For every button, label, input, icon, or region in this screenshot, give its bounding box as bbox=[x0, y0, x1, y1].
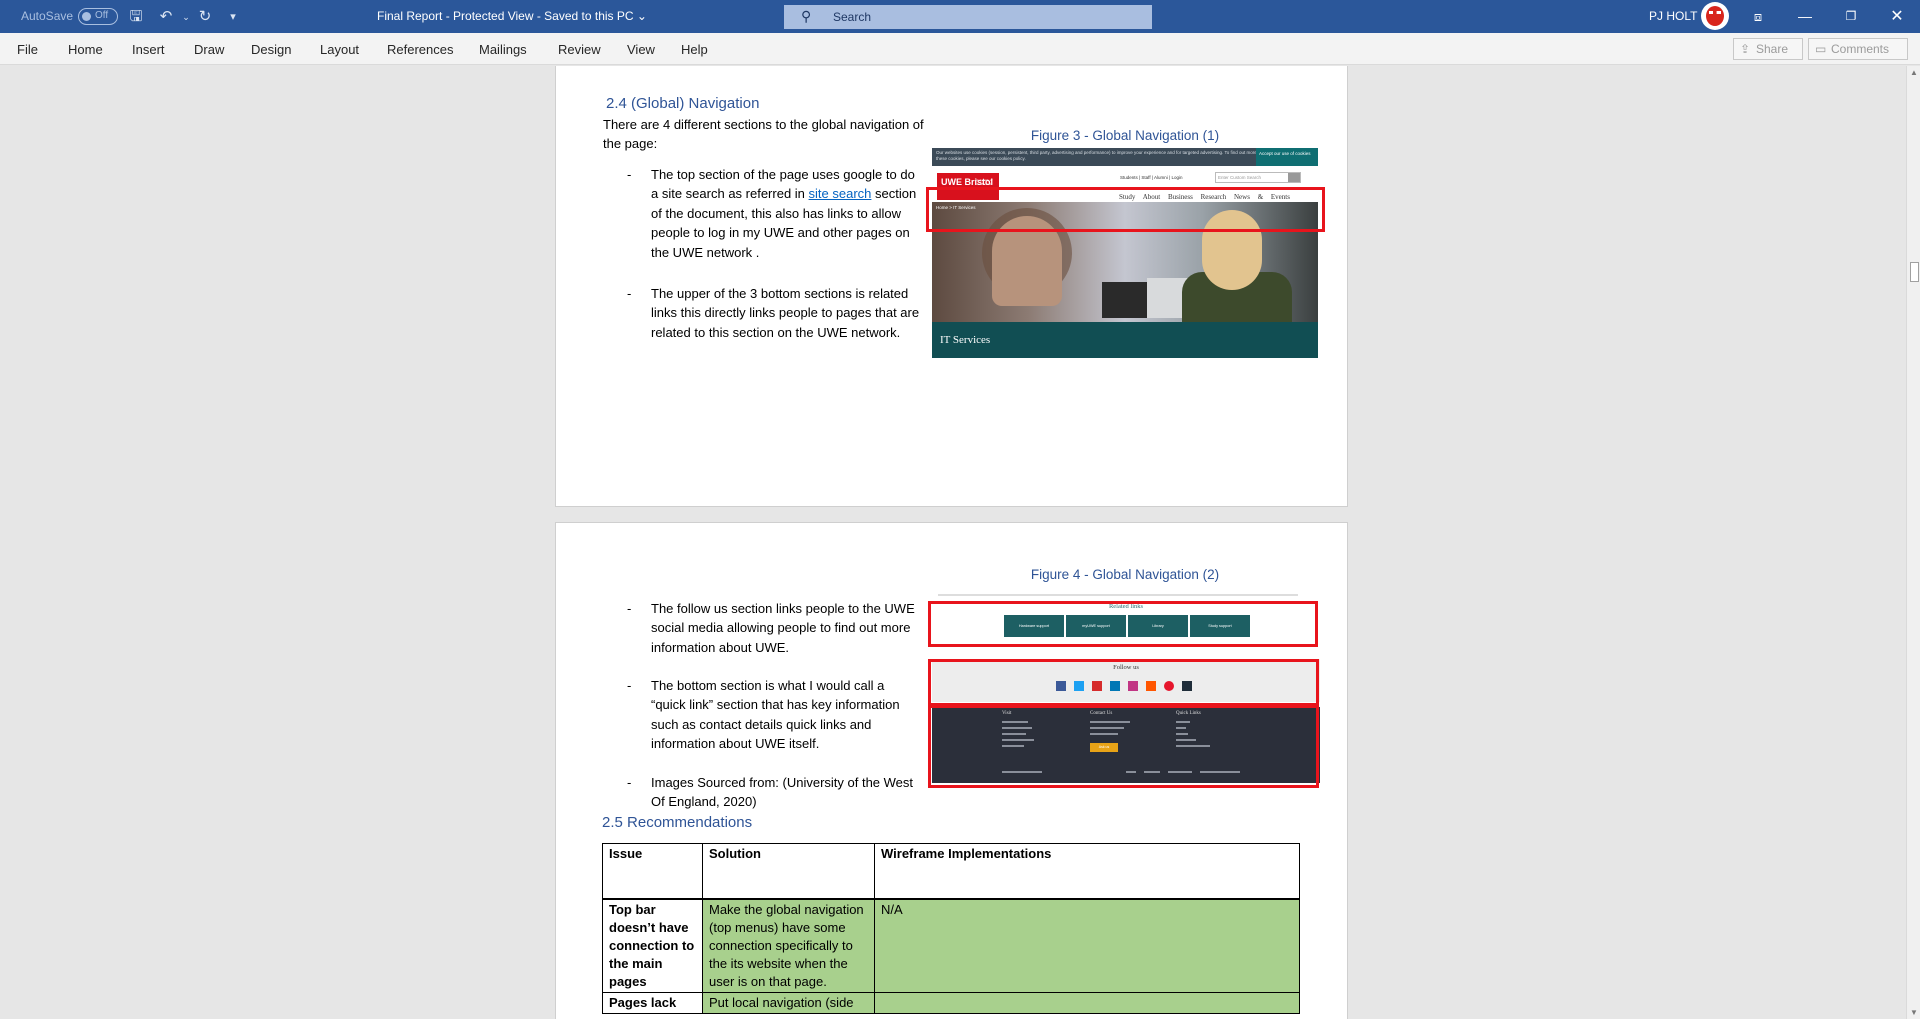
document-title[interactable]: Final Report - Protected View - Saved to… bbox=[377, 9, 647, 23]
tab-home[interactable]: Home bbox=[68, 42, 103, 57]
table-header-row: Issue Solution Wireframe Implementations bbox=[602, 843, 1300, 900]
tab-review[interactable]: Review bbox=[558, 42, 601, 57]
list-item: - The upper of the 3 bottom sections is … bbox=[627, 286, 920, 340]
vertical-scrollbar[interactable]: ▲ ▼ bbox=[1906, 66, 1920, 1019]
search-placeholder: Search bbox=[833, 10, 872, 24]
scrollbar-thumb[interactable] bbox=[1910, 262, 1919, 282]
tab-view[interactable]: View bbox=[627, 42, 655, 57]
restore-icon[interactable]: ❐ bbox=[1828, 0, 1874, 33]
customize-quick-access-icon[interactable]: ▾ bbox=[223, 7, 243, 27]
user-name[interactable]: PJ HOLT bbox=[1649, 9, 1697, 23]
column-header: Wireframe Implementations bbox=[874, 843, 1300, 900]
document-area[interactable]: 2.4 (Global) Navigation There are 4 diff… bbox=[0, 66, 1906, 1019]
tab-design[interactable]: Design bbox=[251, 42, 291, 57]
intro-paragraph: There are 4 different sections to the gl… bbox=[603, 117, 924, 152]
list-item: - The follow us section links people to … bbox=[627, 601, 915, 655]
table-cell: Top bar doesn’t have connection to the m… bbox=[602, 898, 703, 993]
undo-dropdown-icon[interactable]: ⌄ bbox=[176, 7, 196, 27]
tab-file[interactable]: File bbox=[17, 42, 38, 57]
tab-mailings[interactable]: Mailings bbox=[479, 42, 527, 57]
tab-draw[interactable]: Draw bbox=[194, 42, 224, 57]
column-header: Solution bbox=[702, 843, 875, 900]
page-1[interactable]: 2.4 (Global) Navigation There are 4 diff… bbox=[555, 66, 1348, 507]
site-search-link[interactable]: site search bbox=[809, 186, 872, 201]
comments-button[interactable]: ▭ Comments bbox=[1808, 38, 1908, 60]
autosave-toggle[interactable]: Off bbox=[78, 8, 118, 25]
tab-insert[interactable]: Insert bbox=[132, 42, 165, 57]
highlight-box bbox=[928, 601, 1318, 647]
avatar[interactable] bbox=[1701, 2, 1729, 30]
search-icon: ⚲ bbox=[801, 8, 812, 24]
minimize-icon[interactable]: — bbox=[1782, 0, 1828, 33]
save-icon[interactable]: 🖫 bbox=[126, 7, 146, 27]
table-cell: Put local navigation (side bbox=[702, 991, 875, 1014]
page-2[interactable]: Figure 4 - Global Navigation (2) Related… bbox=[555, 522, 1348, 1019]
scroll-down-icon[interactable]: ▼ bbox=[1910, 1008, 1918, 1017]
list-item: - Images Sourced from: (University of th… bbox=[627, 775, 914, 810]
site-search-field: Enter Custom Search bbox=[1215, 172, 1301, 183]
ribbon-tabs: File Home Insert Draw Design Layout Refe… bbox=[0, 33, 1920, 65]
column-header: Issue bbox=[602, 843, 703, 900]
autosave-state: Off bbox=[95, 10, 109, 21]
search-box[interactable]: ⚲ Search bbox=[784, 5, 1152, 29]
table-cell: N/A bbox=[874, 898, 1300, 993]
figure-3-screenshot: Our websites use cookies (session, persi… bbox=[932, 148, 1318, 358]
close-icon[interactable]: ✕ bbox=[1874, 0, 1920, 33]
table-cell bbox=[874, 991, 1300, 1014]
accept-cookies: Accept our use of cookies bbox=[1256, 148, 1318, 166]
table-cell: Pages lack bbox=[602, 991, 703, 1014]
share-button[interactable]: ⇪ Share bbox=[1733, 38, 1803, 60]
highlight-box bbox=[928, 659, 1319, 706]
undo-icon[interactable]: ↶ bbox=[156, 7, 176, 27]
autosave-label: AutoSave bbox=[21, 9, 74, 23]
toggle-knob bbox=[82, 12, 91, 21]
scroll-up-icon[interactable]: ▲ bbox=[1910, 68, 1918, 77]
top-links: Students | Staff | Alumni | Login bbox=[1120, 175, 1183, 180]
section-heading-recommendations: 2.5 Recommendations bbox=[602, 814, 753, 831]
tab-help[interactable]: Help bbox=[681, 42, 708, 57]
list-item: - The top section of the page uses googl… bbox=[627, 167, 917, 260]
table-row: Pages lack Put local navigation (side bbox=[602, 991, 1300, 1014]
highlight-box bbox=[926, 187, 1325, 232]
tab-layout[interactable]: Layout bbox=[320, 42, 359, 57]
redo-icon[interactable]: ↻ bbox=[195, 7, 215, 27]
highlight-box bbox=[928, 705, 1319, 788]
share-icon: ⇪ bbox=[1740, 42, 1751, 56]
figure-caption: Figure 3 - Global Navigation (1) bbox=[1030, 128, 1220, 143]
ribbon-display-options-icon[interactable]: ⧈ bbox=[1735, 0, 1781, 33]
list-item: - The bottom section is what I would cal… bbox=[627, 678, 900, 752]
banner-title: IT Services bbox=[940, 334, 991, 346]
section-heading-global-navigation: 2.4 (Global) Navigation bbox=[606, 95, 760, 112]
comment-icon: ▭ bbox=[1815, 42, 1827, 56]
banner: IT Services bbox=[932, 322, 1318, 358]
title-dropdown-icon: ⌄ bbox=[636, 9, 647, 23]
tab-references[interactable]: References bbox=[387, 42, 453, 57]
figure-caption: Figure 4 - Global Navigation (2) bbox=[1030, 567, 1220, 582]
title-bar: AutoSave Off 🖫 ↶ ⌄ ↻ ▾ Final Report - Pr… bbox=[0, 0, 1920, 33]
recommendations-table: Issue Solution Wireframe Implementations… bbox=[602, 843, 1300, 1014]
table-row: Top bar doesn’t have connection to the m… bbox=[602, 898, 1300, 993]
table-cell: Make the global navigation (top menus) h… bbox=[702, 898, 875, 993]
